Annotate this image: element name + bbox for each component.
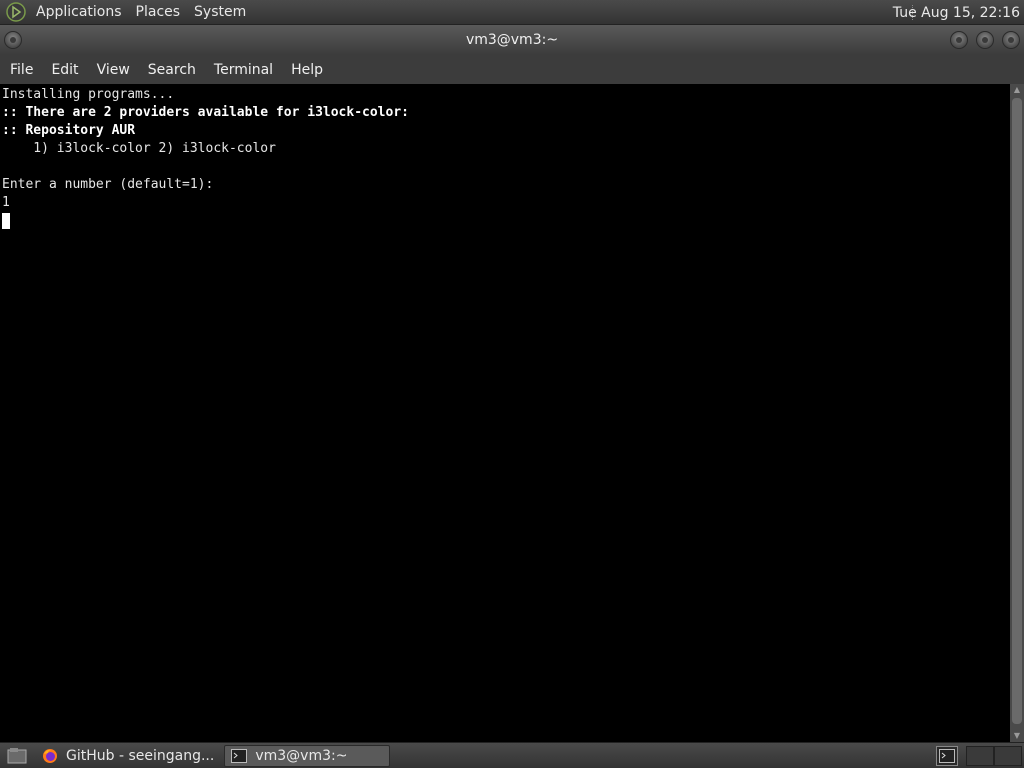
close-icon[interactable] <box>1002 31 1020 49</box>
window-menu-icon[interactable] <box>4 31 22 49</box>
terminal-line: Enter a number (default=1): <box>2 177 214 192</box>
bottom-panel: GitHub - seeingang... vm3@vm3:~ <box>0 742 1024 768</box>
window-title: vm3@vm3:~ <box>465 32 559 48</box>
workspace-1[interactable] <box>966 746 994 766</box>
menu-terminal[interactable]: Terminal <box>205 55 282 84</box>
terminal-launcher-icon[interactable] <box>936 746 958 766</box>
taskbar-item-firefox[interactable]: GitHub - seeingang... <box>36 745 220 767</box>
terminal-menubar: File Edit View Search Terminal Help <box>0 55 1024 84</box>
terminal-line: 1 <box>2 195 10 210</box>
terminal-line: :: Repository AUR <box>2 123 136 138</box>
taskbar-item-label: GitHub - seeingang... <box>66 747 215 764</box>
menu-view[interactable]: View <box>88 55 139 84</box>
taskbar-item-label: vm3@vm3:~ <box>255 747 348 764</box>
scrollbar-thumb[interactable] <box>1012 98 1022 724</box>
terminal-line: :: There are 2 providers available for i… <box>2 105 409 120</box>
terminal-line: 1) i3lock-color 2) i3lock-color <box>2 141 276 156</box>
minimize-icon[interactable] <box>950 31 968 49</box>
cursor-line <box>2 212 1010 230</box>
terminal-output[interactable]: Installing programs... :: There are 2 pr… <box>0 84 1010 742</box>
show-desktop-icon[interactable] <box>4 745 30 767</box>
clock[interactable]: Tue Aug 15, 22:16 <box>893 0 1020 25</box>
menu-search[interactable]: Search <box>139 55 205 84</box>
terminal-line: Installing programs... <box>2 87 175 102</box>
scroll-down-icon[interactable]: ▼ <box>1010 730 1024 742</box>
firefox-icon <box>42 748 58 764</box>
top-panel: Applications Places System Tue Aug 15, 2… <box>0 0 1024 25</box>
menu-file[interactable]: File <box>0 55 42 84</box>
terminal-icon <box>231 748 248 764</box>
terminal-scrollbar[interactable]: ▲ ▼ <box>1010 84 1024 742</box>
taskbar-item-terminal[interactable]: vm3@vm3:~ <box>224 744 391 767</box>
terminal-cursor <box>2 212 10 229</box>
maximize-icon[interactable] <box>976 31 994 49</box>
applications-menu[interactable]: Applications <box>29 0 129 24</box>
window-titlebar[interactable]: vm3@vm3:~ <box>0 25 1024 55</box>
menu-help[interactable]: Help <box>282 55 332 84</box>
system-menu[interactable]: System <box>187 0 253 24</box>
menu-edit[interactable]: Edit <box>42 55 87 84</box>
places-menu[interactable]: Places <box>129 0 188 24</box>
mate-logo-icon[interactable] <box>5 1 27 23</box>
scroll-up-icon[interactable]: ▲ <box>1010 84 1024 96</box>
workspace-switcher[interactable] <box>966 746 1022 766</box>
workspace-2[interactable] <box>994 746 1022 766</box>
